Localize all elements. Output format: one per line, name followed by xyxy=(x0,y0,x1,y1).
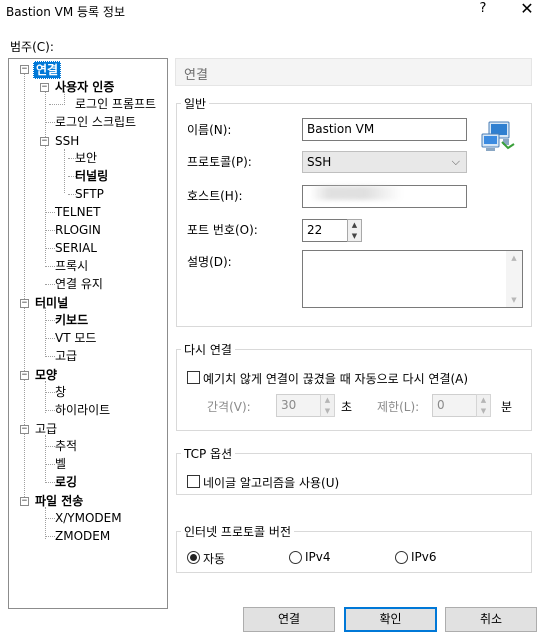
tree-item-file-transfer[interactable]: 파일 전송 xyxy=(35,493,83,509)
tree-item-login-script[interactable]: 로그인 스크립트 xyxy=(55,114,136,130)
tree-item-window[interactable]: 창 xyxy=(55,384,66,400)
nagle-checkbox[interactable] xyxy=(187,475,200,488)
cancel-button[interactable]: 취소 xyxy=(445,607,537,632)
tree-item-security[interactable]: 보안 xyxy=(75,150,97,166)
tree-item-rlogin[interactable]: RLOGIN xyxy=(55,222,101,238)
name-label: 이름(N): xyxy=(187,123,232,137)
auto-reconnect-checkbox[interactable] xyxy=(187,371,200,384)
tree-item-logging[interactable]: 로깅 xyxy=(55,474,77,490)
reconnect-group xyxy=(176,349,532,431)
collapse-toggle-appearance[interactable]: − xyxy=(20,371,29,380)
spin-up-icon[interactable]: ▲ xyxy=(477,395,490,406)
collapse-toggle-advanced[interactable]: − xyxy=(20,425,29,434)
tree-item-auth[interactable]: 사용자 인증 xyxy=(55,79,114,95)
interval-label: 간격(V): xyxy=(207,400,251,414)
limit-spinner[interactable]: ▲ ▼ xyxy=(476,394,491,417)
tree-item-xymodem[interactable]: X/YMODEM xyxy=(55,510,122,526)
description-scrollbar[interactable]: ▲ ▼ xyxy=(506,251,522,307)
radio-ipv6-label: IPv6 xyxy=(411,550,437,564)
panel-heading: 연결 xyxy=(184,68,208,83)
scroll-up-icon[interactable]: ▲ xyxy=(506,251,522,265)
collapse-toggle-ssh[interactable]: − xyxy=(40,137,49,146)
port-label: 포트 번호(O): xyxy=(187,223,258,237)
tree-item-vt-mode[interactable]: VT 모드 xyxy=(55,330,96,346)
tree-item-connection[interactable]: 연결 xyxy=(33,61,62,79)
description-field[interactable]: ▲ ▼ xyxy=(302,250,523,308)
protocol-label: 프로토콜(P): xyxy=(187,155,252,169)
reconnect-legend: 다시 연결 xyxy=(181,341,235,358)
title-bar: Bastion VM 등록 정보 ? ✕ xyxy=(0,0,549,22)
radio-ipv4[interactable] xyxy=(289,551,302,564)
interval-spinner[interactable]: ▲ ▼ xyxy=(320,394,335,417)
tree-item-sftp[interactable]: SFTP xyxy=(75,186,104,202)
radio-ipv4-label: IPv4 xyxy=(305,550,331,564)
help-button[interactable]: ? xyxy=(473,0,493,20)
protocol-select[interactable]: SSH ⌵ xyxy=(302,151,467,173)
spin-down-icon[interactable]: ▼ xyxy=(477,406,490,417)
tree-item-proxy[interactable]: 프록시 xyxy=(55,258,88,274)
spin-down-icon[interactable]: ▼ xyxy=(321,406,334,417)
nagle-label: 네이글 알고리즘을 사용(U) xyxy=(203,476,340,490)
network-computers-icon xyxy=(480,120,516,154)
tree-item-login-prompt[interactable]: 로그인 프롬프트 xyxy=(75,96,156,112)
category-tree[interactable]: − − − − − − − 연결 사용자 인증 로그인 프롬프트 로그인 스크립… xyxy=(8,58,168,609)
collapse-toggle-auth[interactable]: − xyxy=(40,83,49,92)
tree-item-keyboard[interactable]: 키보드 xyxy=(55,312,88,328)
tree-item-serial[interactable]: SERIAL xyxy=(55,240,97,256)
description-label: 설명(D): xyxy=(187,255,232,269)
name-field[interactable]: Bastion VM xyxy=(302,118,467,141)
window-title: Bastion VM 등록 정보 xyxy=(6,5,125,19)
chevron-down-icon: ⌵ xyxy=(451,155,460,168)
tree-item-terminal[interactable]: 터미널 xyxy=(35,295,68,311)
tree-item-keepalive[interactable]: 연결 유지 xyxy=(55,276,103,292)
limit-unit: 분 xyxy=(501,400,513,414)
collapse-toggle-file-transfer[interactable]: − xyxy=(20,497,29,506)
interval-field[interactable]: 30 xyxy=(276,394,321,417)
radio-auto[interactable] xyxy=(187,551,200,564)
collapse-toggle-terminal[interactable]: − xyxy=(20,299,29,308)
protocol-value: SSH xyxy=(307,155,332,169)
radio-ipv6[interactable] xyxy=(395,551,408,564)
limit-field[interactable]: 0 xyxy=(432,394,477,417)
interval-unit: 초 xyxy=(341,400,353,414)
tree-item-tunneling[interactable]: 터널링 xyxy=(75,168,108,184)
redacted-host-mask xyxy=(310,186,402,200)
tree-item-bell[interactable]: 벨 xyxy=(55,456,66,472)
general-legend: 일반 xyxy=(181,95,210,112)
radio-auto-label: 자동 xyxy=(203,552,226,566)
spin-down-icon[interactable]: ▼ xyxy=(348,231,361,242)
tree-item-trace[interactable]: 추적 xyxy=(55,438,77,454)
tcp-legend: TCP 옵션 xyxy=(181,445,236,462)
auto-reconnect-label: 예기치 않게 연결이 끊겼을 때 자동으로 다시 연결(A) xyxy=(203,372,469,386)
spin-up-icon[interactable]: ▲ xyxy=(348,220,361,231)
tree-item-ssh[interactable]: SSH xyxy=(55,133,79,149)
connect-button[interactable]: 연결 xyxy=(243,607,335,632)
tree-item-highlight[interactable]: 하이라이트 xyxy=(55,402,110,418)
spin-up-icon[interactable]: ▲ xyxy=(321,395,334,406)
ipversion-legend: 인터넷 프로토콜 버전 xyxy=(181,523,294,540)
tree-item-terminal-advanced[interactable]: 고급 xyxy=(55,348,77,364)
host-label: 호스트(H): xyxy=(187,189,243,203)
tree-item-advanced[interactable]: 고급 xyxy=(35,421,57,437)
tree-item-zmodem[interactable]: ZMODEM xyxy=(55,528,110,544)
limit-label: 제한(L): xyxy=(377,400,420,414)
ok-button[interactable]: 확인 xyxy=(344,607,437,632)
collapse-toggle-connection[interactable]: − xyxy=(20,65,29,74)
tree-item-appearance[interactable]: 모양 xyxy=(35,367,57,383)
panel-heading-bar xyxy=(175,58,532,86)
scroll-down-icon[interactable]: ▼ xyxy=(506,293,522,307)
tree-item-telnet[interactable]: TELNET xyxy=(55,204,101,220)
category-label: 범주(C): xyxy=(10,40,54,54)
close-button[interactable]: ✕ xyxy=(514,0,540,20)
port-spinner[interactable]: ▲ ▼ xyxy=(347,219,362,242)
port-field[interactable]: 22 xyxy=(302,219,348,242)
